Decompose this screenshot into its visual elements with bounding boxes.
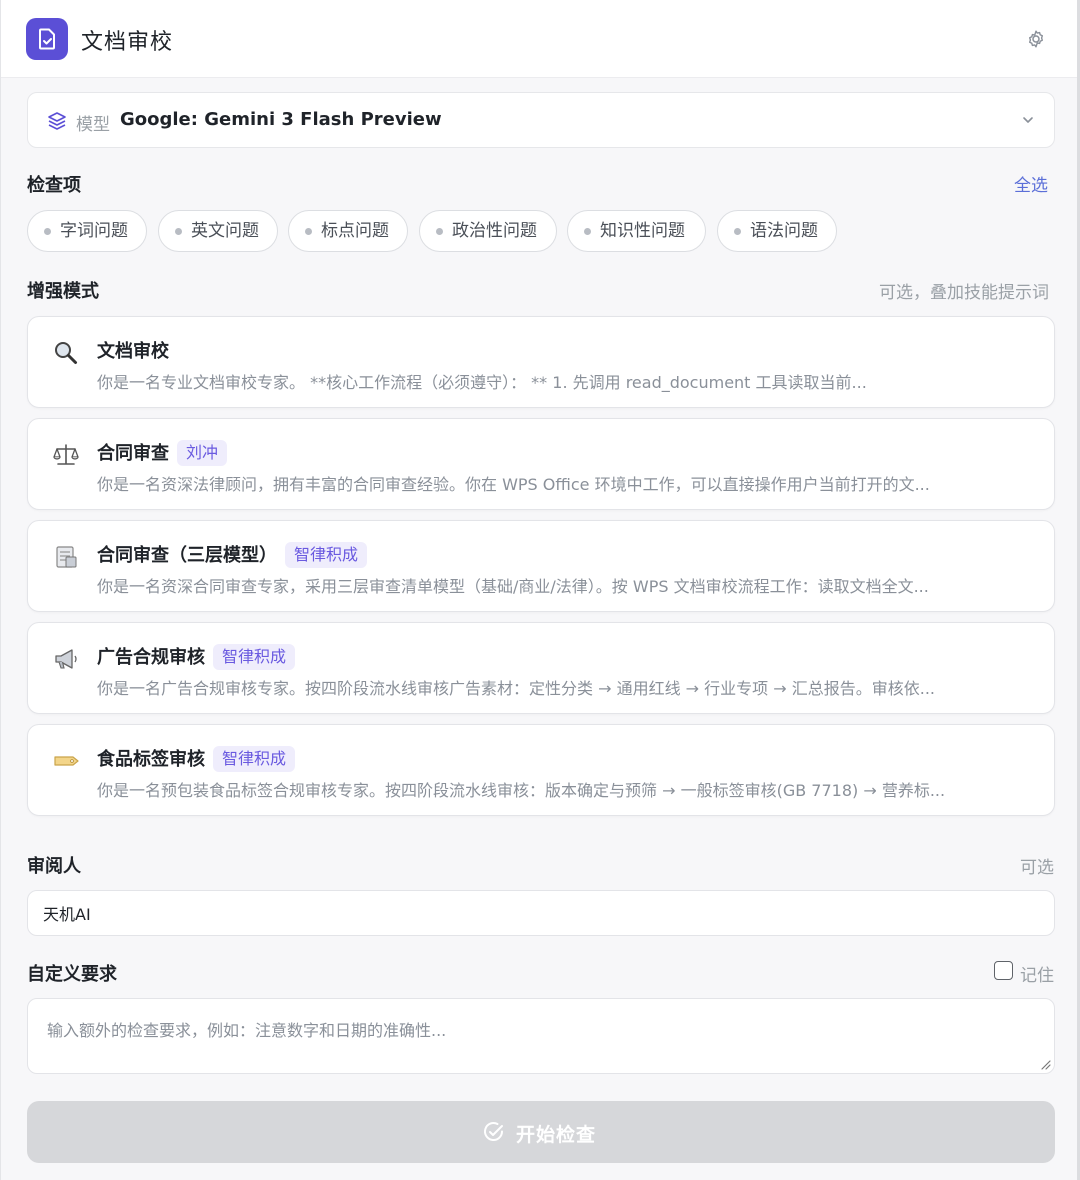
model-value: Google: Gemini 3 Flash Preview	[120, 109, 442, 130]
gear-icon[interactable]	[1026, 29, 1046, 49]
document-icon	[56, 546, 77, 568]
model-label: 模型	[76, 115, 110, 135]
remember-checkbox[interactable]	[994, 961, 1013, 980]
skill-card-food-label[interactable]: 食品标签审核 智律积成 你是一名预包装食品标签合规审核专家。按四阶段流水线审核：版…	[27, 724, 1055, 816]
header-bar: 文档审校	[1, 0, 1078, 78]
card-desc: 你是一名专业文档审校专家。 **核心工作流程（必须遵守）： ** 1. 先调用 …	[97, 373, 867, 392]
model-select[interactable]: 模型 Google: Gemini 3 Flash Preview	[27, 92, 1055, 148]
check-chip-punctuation[interactable]: 标点问题	[288, 210, 408, 252]
skill-card-contract-review[interactable]: 合同审查 刘冲 你是一名资深法律顾问，拥有丰富的合同审查经验。你在 WPS Off…	[27, 418, 1055, 510]
custom-requirements-textarea[interactable]	[27, 998, 1055, 1074]
chip-label: 标点问题	[321, 221, 389, 241]
card-title-text: 食品标签审核	[97, 749, 205, 770]
chip-label: 语法问题	[750, 221, 818, 241]
chip-dot	[436, 228, 443, 235]
scales-icon	[53, 444, 79, 465]
layers-icon	[48, 112, 66, 130]
skill-card-ad-compliance[interactable]: 广告合规审核 智律积成 你是一名广告合规审核专家。按四阶段流水线审核广告素材：定性…	[27, 622, 1055, 714]
custom-title: 自定义要求	[27, 964, 117, 985]
reviewer-title: 审阅人	[27, 856, 81, 877]
enhance-hint: 可选，叠加技能提示词	[879, 283, 1049, 303]
check-chip-political[interactable]: 政治性问题	[419, 210, 557, 252]
author-badge: 刘冲	[177, 440, 228, 466]
chip-label: 政治性问题	[452, 221, 537, 241]
check-circle-icon	[484, 1122, 503, 1141]
chip-label: 字词问题	[60, 221, 128, 241]
chip-dot	[734, 228, 741, 235]
chip-dot	[305, 228, 312, 235]
reviewer-hint: 可选	[1020, 858, 1054, 878]
card-title-text: 合同审查（三层模型）	[97, 545, 277, 566]
magnifier-icon	[55, 342, 77, 364]
card-title: 食品标签审核 智律积成	[97, 745, 296, 772]
chevron-down-icon	[1023, 117, 1033, 123]
author-badge: 智律积成	[213, 644, 296, 670]
app-window: 文档审校 模型 Google: Gemini 3 Flash Preview 检…	[0, 0, 1080, 1180]
card-title: 合同审查（三层模型） 智律积成	[97, 541, 368, 568]
check-chip-knowledge[interactable]: 知识性问题	[567, 210, 706, 252]
card-desc: 你是一名资深法律顾问，拥有丰富的合同审查经验。你在 WPS Office 环境中…	[97, 475, 930, 494]
check-chip-grammar[interactable]: 语法问题	[717, 210, 837, 252]
card-title: 合同审查 刘冲	[97, 439, 228, 466]
card-title: 文档审校	[97, 337, 169, 363]
select-all-link[interactable]: 全选	[1014, 171, 1048, 196]
card-desc: 你是一名广告合规审核专家。按四阶段流水线审核广告素材：定性分类 → 通用红线 →…	[97, 679, 935, 698]
card-title: 广告合规审核 智律积成	[97, 643, 296, 670]
card-desc: 你是一名资深合同审查专家，采用三层审查清单模型（基础/商业/法律）。按 WPS …	[97, 577, 929, 596]
chip-dot	[175, 228, 182, 235]
card-title-text: 文档审校	[97, 341, 169, 362]
chip-dot	[44, 228, 51, 235]
checks-title: 检查项	[27, 175, 81, 196]
chip-label: 英文问题	[191, 221, 259, 241]
card-title-text: 合同审查	[97, 443, 169, 464]
skill-card-doc-review[interactable]: 文档审校 你是一名专业文档审校专家。 **核心工作流程（必须遵守）： ** 1.…	[27, 316, 1055, 408]
card-title-text: 广告合规审核	[97, 647, 205, 668]
enhance-title: 增强模式	[27, 281, 99, 302]
resize-grip-icon[interactable]	[1039, 1058, 1051, 1070]
start-check-button[interactable]: 开始检查	[27, 1101, 1055, 1163]
document-check-icon	[26, 18, 68, 60]
tag-icon	[54, 756, 79, 766]
remember-label[interactable]: 记住	[1020, 961, 1054, 986]
author-badge: 智律积成	[213, 746, 296, 772]
start-check-label: 开始检查	[516, 1124, 597, 1146]
check-chip-english[interactable]: 英文问题	[158, 210, 278, 252]
chip-label: 知识性问题	[600, 221, 685, 241]
megaphone-icon	[55, 649, 77, 669]
author-badge: 智律积成	[285, 542, 368, 568]
skill-card-contract-three-layer[interactable]: 合同审查（三层模型） 智律积成 你是一名资深合同审查专家，采用三层审查清单模型（基…	[27, 520, 1055, 612]
app-title: 文档审校	[81, 30, 174, 55]
card-desc: 你是一名预包装食品标签合规审核专家。按四阶段流水线审核：版本确定与预筛 → 一般…	[97, 781, 946, 800]
chip-dot	[584, 228, 591, 235]
check-chip-wording[interactable]: 字词问题	[27, 210, 147, 252]
reviewer-input[interactable]	[27, 890, 1055, 936]
